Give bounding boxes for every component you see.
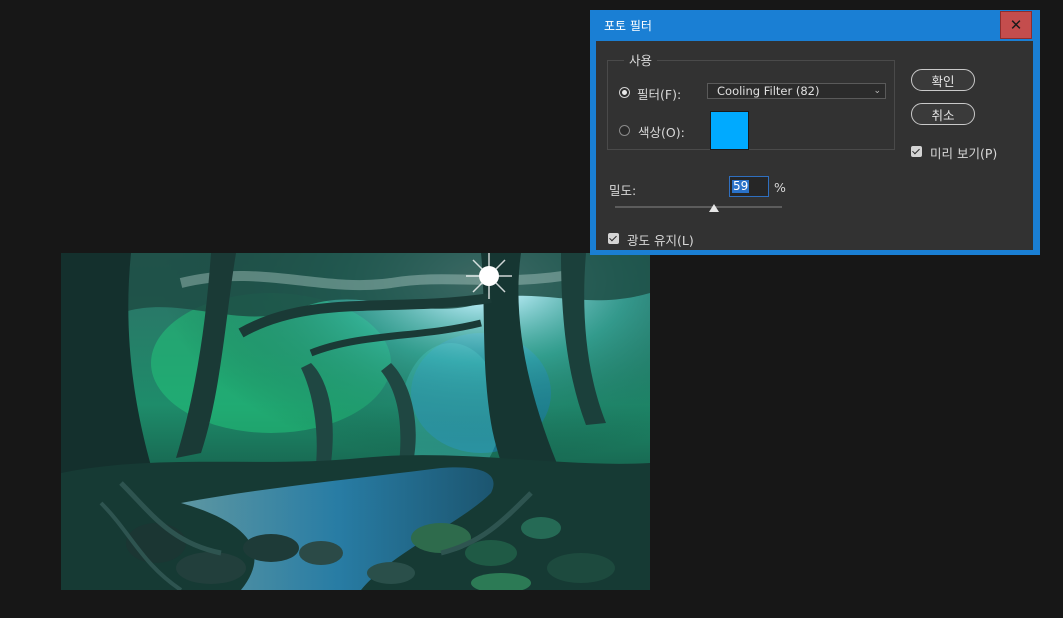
chevron-down-icon: ⌄ — [873, 86, 881, 96]
cancel-button[interactable]: 취소 — [911, 103, 975, 125]
use-group-label: 사용 — [624, 50, 658, 69]
preview-checkbox[interactable] — [911, 146, 922, 157]
preview-label: 미리 보기(P) — [930, 146, 998, 161]
dialog-titlebar[interactable]: 포토 필터 ✕ — [590, 10, 1040, 40]
filter-label: 필터(F): — [637, 87, 682, 102]
preserve-luminosity-checkbox[interactable] — [608, 233, 619, 244]
color-label: 색상(O): — [638, 125, 685, 140]
close-icon: ✕ — [1009, 16, 1023, 34]
photo-filter-dialog: 포토 필터 ✕ 사용 필터(F): Cooling Filter (82) ⌄ … — [590, 10, 1040, 255]
density-slider[interactable] — [615, 206, 782, 208]
dialog-title: 포토 필터 — [604, 19, 652, 33]
filter-radio[interactable] — [619, 87, 630, 98]
canvas-image[interactable] — [61, 253, 650, 590]
density-unit: % — [774, 180, 786, 195]
density-label: 밀도: — [609, 183, 637, 198]
density-value: 59 — [732, 179, 750, 193]
density-input[interactable]: 59 — [729, 176, 769, 197]
filter-dropdown-value: Cooling Filter (82) — [717, 84, 820, 98]
dialog-body: 사용 필터(F): Cooling Filter (82) ⌄ 색상(O): 확… — [596, 41, 1033, 250]
color-radio[interactable] — [619, 125, 630, 136]
density-slider-handle[interactable] — [708, 204, 719, 212]
preserve-luminosity-label: 광도 유지(L) — [627, 233, 694, 248]
close-button[interactable]: ✕ — [1000, 11, 1032, 39]
ok-button[interactable]: 확인 — [911, 69, 975, 91]
filter-dropdown[interactable]: Cooling Filter (82) ⌄ — [707, 83, 886, 99]
color-swatch[interactable] — [710, 111, 749, 150]
